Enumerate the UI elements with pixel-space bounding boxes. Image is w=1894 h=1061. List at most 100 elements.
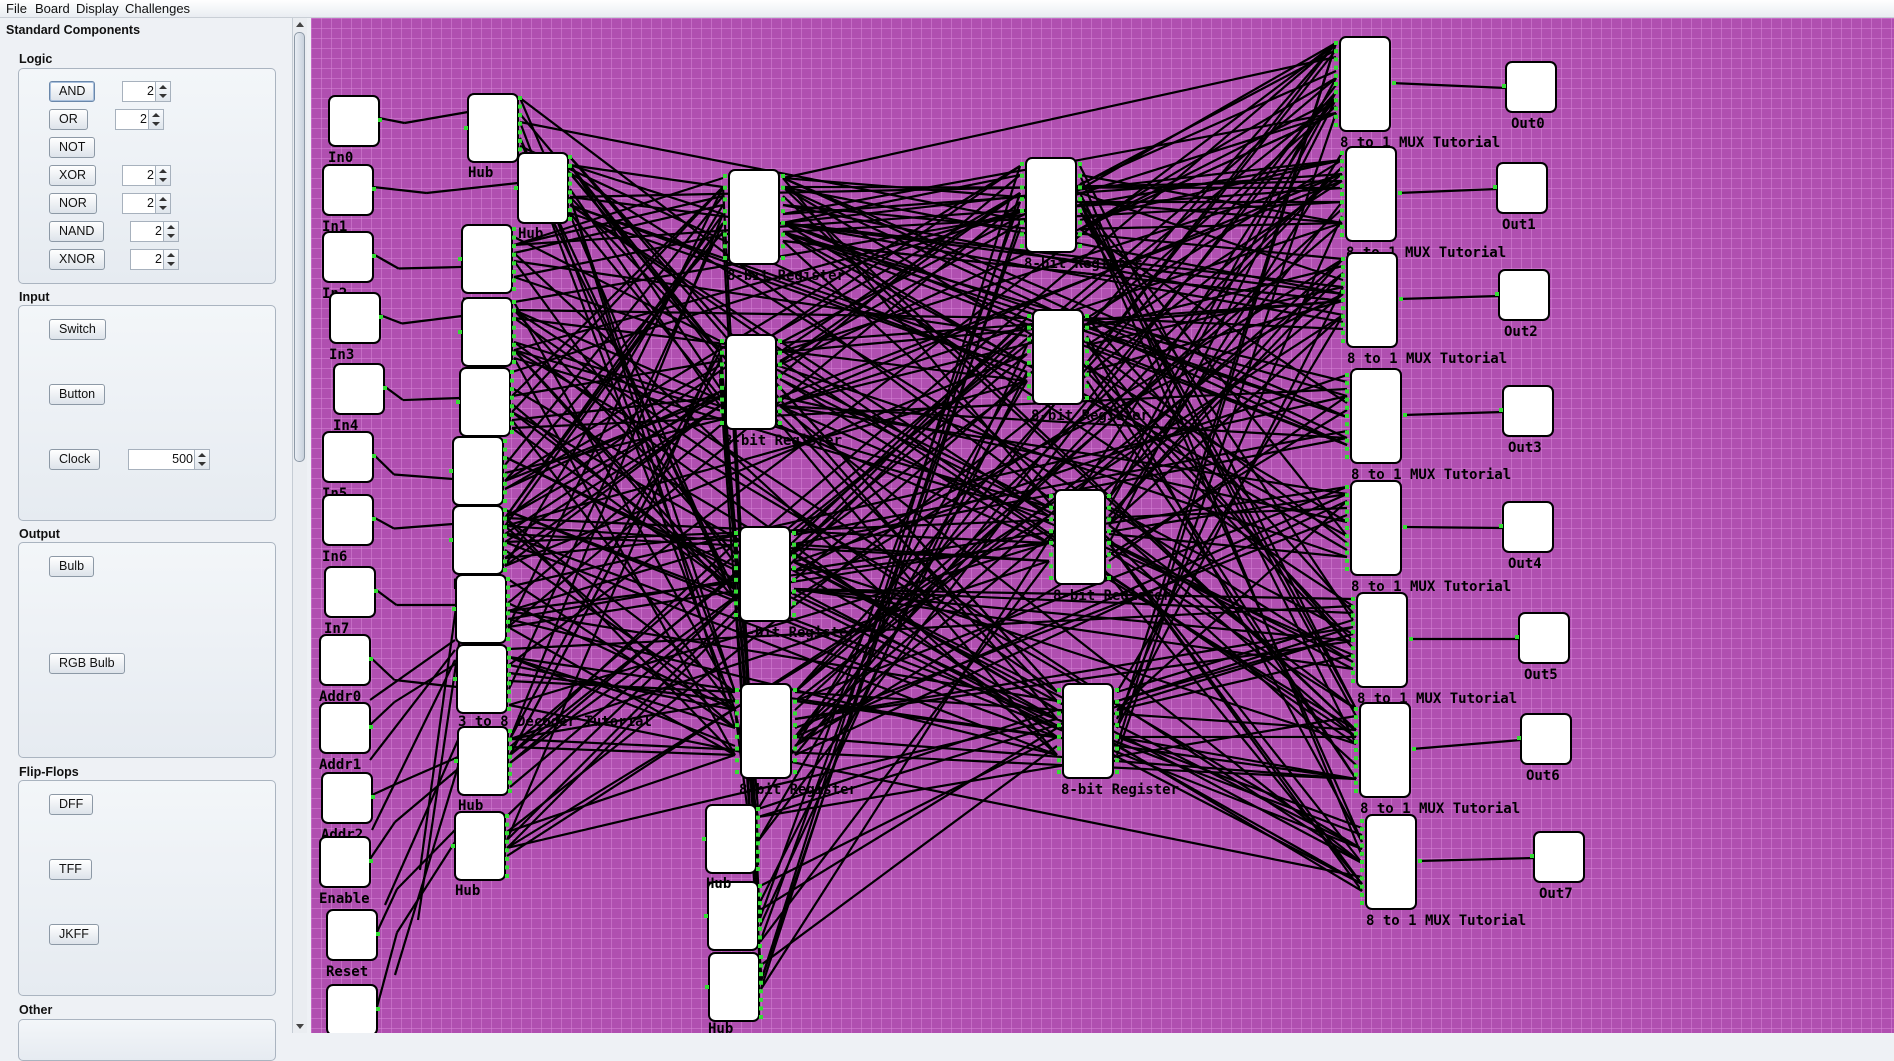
register-5[interactable] [1032,309,1084,405]
mux-6[interactable] [1359,702,1411,798]
output-pin[interactable] [1495,292,1499,296]
input-pin[interactable] [369,859,373,863]
mux-pin[interactable] [1360,868,1364,873]
register-pin[interactable] [778,374,782,379]
register-pin[interactable] [1085,337,1089,342]
hub-3[interactable] [461,297,513,367]
output-0[interactable] [1505,61,1557,113]
hub-pin[interactable] [507,647,511,651]
input-7[interactable] [324,566,376,618]
register-pin[interactable] [1115,688,1119,692]
mux-pin[interactable] [1351,621,1355,626]
register-pin[interactable] [1107,517,1111,522]
register-pin[interactable] [1115,770,1119,774]
hub-pin[interactable] [518,147,522,152]
register-pin[interactable] [1027,349,1031,354]
hub-pin[interactable] [759,1015,763,1019]
mux-4[interactable] [1350,480,1402,576]
mux-pin[interactable] [1345,414,1349,418]
mux-pin[interactable] [1345,542,1349,547]
spin-up-icon[interactable] [159,169,167,173]
register-pin[interactable] [1049,576,1053,580]
register-pin[interactable] [1020,232,1024,237]
and-inputs-spinner[interactable]: 2 [122,81,171,102]
register-pin[interactable] [720,385,724,390]
output-3[interactable] [1502,385,1554,437]
register-pin[interactable] [723,197,727,202]
hub-pin[interactable] [503,568,507,572]
hub-pin[interactable] [704,914,708,918]
register-pin[interactable] [734,613,738,617]
input-10[interactable] [321,772,373,824]
register-pin[interactable] [723,244,727,249]
register-7[interactable] [1062,683,1114,779]
hub-pin[interactable] [503,464,507,469]
register-pin[interactable] [1027,372,1031,377]
output-4[interactable] [1502,501,1554,553]
mux-pin[interactable] [1360,835,1364,840]
mux-pin[interactable] [1340,192,1344,196]
register-pin[interactable] [1027,396,1031,400]
mux-pin[interactable] [1354,739,1358,744]
hub-pin[interactable] [759,980,763,985]
input-pin[interactable] [371,795,375,799]
hub-pin[interactable] [510,395,514,400]
register-pin[interactable] [1057,699,1061,704]
mux-pin[interactable] [1351,654,1355,659]
input-11[interactable] [319,836,371,888]
hub-pin[interactable] [512,308,516,313]
register-pin[interactable] [734,531,738,535]
mux-pin[interactable] [1351,605,1355,610]
register-pin[interactable] [720,374,724,379]
register-pin[interactable] [1085,325,1089,330]
hub-pin[interactable] [452,607,456,611]
register-pin[interactable] [720,350,724,355]
tff-button[interactable]: TFF [49,859,92,880]
hub-pin[interactable] [758,926,762,931]
input-6[interactable] [322,494,374,546]
output-2[interactable] [1498,269,1550,321]
xnor-inputs-spinner[interactable]: 2 [130,249,179,270]
hub-pin[interactable] [503,499,507,503]
mux-pin[interactable] [1418,859,1422,863]
mux-pin[interactable] [1345,422,1349,427]
or-inputs-spinner[interactable]: 2 [115,109,164,130]
register-pin[interactable] [1115,711,1119,716]
hub-pin[interactable] [514,186,518,190]
input-pin[interactable] [383,386,387,390]
hub-pin[interactable] [508,780,512,785]
register-pin[interactable] [723,174,727,178]
hub-pin[interactable] [756,849,760,854]
hub-pin[interactable] [705,985,709,989]
mux-pin[interactable] [1345,438,1349,443]
input-1[interactable] [322,164,374,216]
mux-pin[interactable] [1340,208,1344,213]
hub-pin[interactable] [503,516,507,521]
scroll-down-arrow-icon[interactable] [296,1024,304,1029]
xnor-gate-button[interactable]: XNOR [49,249,106,270]
hub-pin[interactable] [508,754,512,759]
hub-2[interactable] [461,224,513,294]
hub-pin[interactable] [503,508,507,512]
register-pin[interactable] [793,746,797,751]
register-pin[interactable] [1078,220,1082,225]
hub-pin[interactable] [756,815,760,820]
register-pin[interactable] [734,542,738,547]
register-pin[interactable] [1049,552,1053,557]
input-pin[interactable] [379,315,383,319]
register-pin[interactable] [1057,758,1061,763]
output-pin[interactable] [1499,524,1503,528]
register-pin[interactable] [720,409,724,414]
hub-6[interactable] [452,505,504,575]
mux-pin[interactable] [1403,413,1407,417]
register-pin[interactable] [1049,505,1053,510]
mux-pin[interactable] [1351,670,1355,675]
hub-pin[interactable] [449,469,453,473]
register-pin[interactable] [1020,244,1024,248]
scroll-up-arrow-icon[interactable] [296,22,304,27]
hub-pin[interactable] [507,698,511,703]
hub-pin[interactable] [568,172,572,177]
mux-pin[interactable] [1354,715,1358,720]
nand-spinner-arrows[interactable] [163,222,178,241]
hub-pin[interactable] [505,814,509,818]
